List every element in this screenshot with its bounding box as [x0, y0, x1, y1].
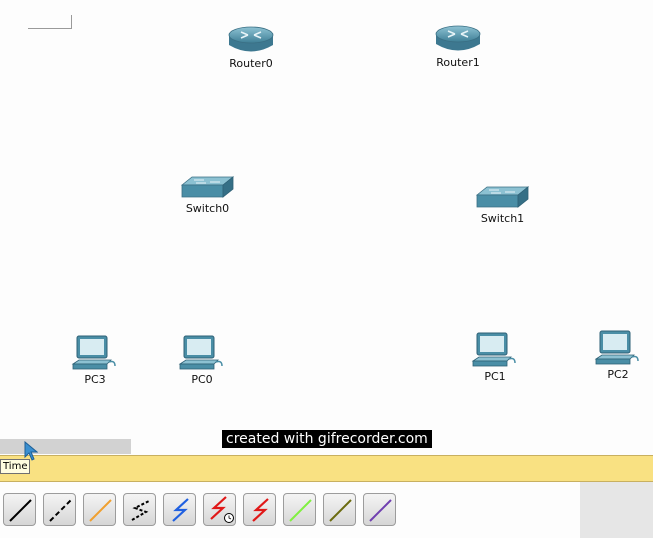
crossover-cable-button[interactable] [83, 493, 116, 526]
router1-device[interactable]: Router1 [433, 23, 483, 69]
watermark-text: created with gifrecorder.com [222, 430, 432, 448]
router-icon [435, 25, 481, 51]
router0-label: Router0 [229, 57, 273, 70]
realtime-bar[interactable] [0, 455, 653, 482]
switch0-label: Switch0 [185, 202, 230, 215]
switch-icon [180, 176, 235, 198]
console-cable-button[interactable] [3, 493, 36, 526]
fiber-cable-button[interactable] [283, 493, 316, 526]
router-icon [228, 26, 274, 52]
pc-icon [71, 335, 116, 370]
pc1-label: PC1 [484, 370, 506, 383]
rollover-cable-button[interactable] [123, 493, 156, 526]
pc0-device[interactable]: PC0 [178, 334, 226, 386]
coaxial-cable-icon [369, 499, 392, 522]
serial-dte-cable-button[interactable] [243, 493, 276, 526]
rollover-cable-icon [131, 500, 150, 521]
switch1-label: Switch1 [480, 212, 525, 225]
pc2-label: PC2 [607, 368, 629, 381]
pc2-device[interactable]: PC2 [594, 329, 642, 381]
mouse-cursor-icon [24, 441, 38, 461]
switch-icon [475, 186, 530, 208]
fiber-cable-icon [289, 499, 312, 522]
serial-dce-cable-icon [172, 498, 189, 522]
straight-through-cable-button[interactable] [43, 493, 76, 526]
pc-icon [471, 332, 516, 367]
crossover-cable-icon [89, 499, 112, 522]
router1-label: Router1 [436, 56, 480, 69]
switch1-device[interactable]: Switch1 [475, 185, 530, 225]
router0-device[interactable]: Router0 [226, 24, 276, 70]
serial-dce-cable-button[interactable] [163, 493, 196, 526]
device-panel [580, 482, 653, 538]
straight-through-cable-icon [49, 499, 72, 522]
serial-dte-cable-icon [252, 498, 269, 522]
switch0-device[interactable]: Switch0 [180, 175, 235, 215]
horizontal-scrollbar[interactable] [0, 439, 131, 454]
time-tooltip: Time [0, 459, 31, 474]
serial-dce-clock-cable-icon [210, 496, 234, 523]
logical-workspace[interactable]: Router0 Router1 Switch0 Switch1 PC3 PC0 … [0, 0, 653, 455]
pc3-device[interactable]: PC3 [71, 334, 119, 386]
workspace-corner-marker [28, 15, 72, 29]
pc0-label: PC0 [191, 373, 213, 386]
pc-icon [178, 335, 223, 370]
pc3-label: PC3 [84, 373, 106, 386]
serial-dce-clock-cable-button[interactable] [203, 493, 236, 526]
console-cable-icon [9, 499, 32, 522]
pc1-device[interactable]: PC1 [471, 331, 519, 383]
pc-icon [594, 330, 639, 365]
phone-cable-icon [329, 499, 352, 522]
coaxial-cable-button[interactable] [363, 493, 396, 526]
phone-cable-button[interactable] [323, 493, 356, 526]
